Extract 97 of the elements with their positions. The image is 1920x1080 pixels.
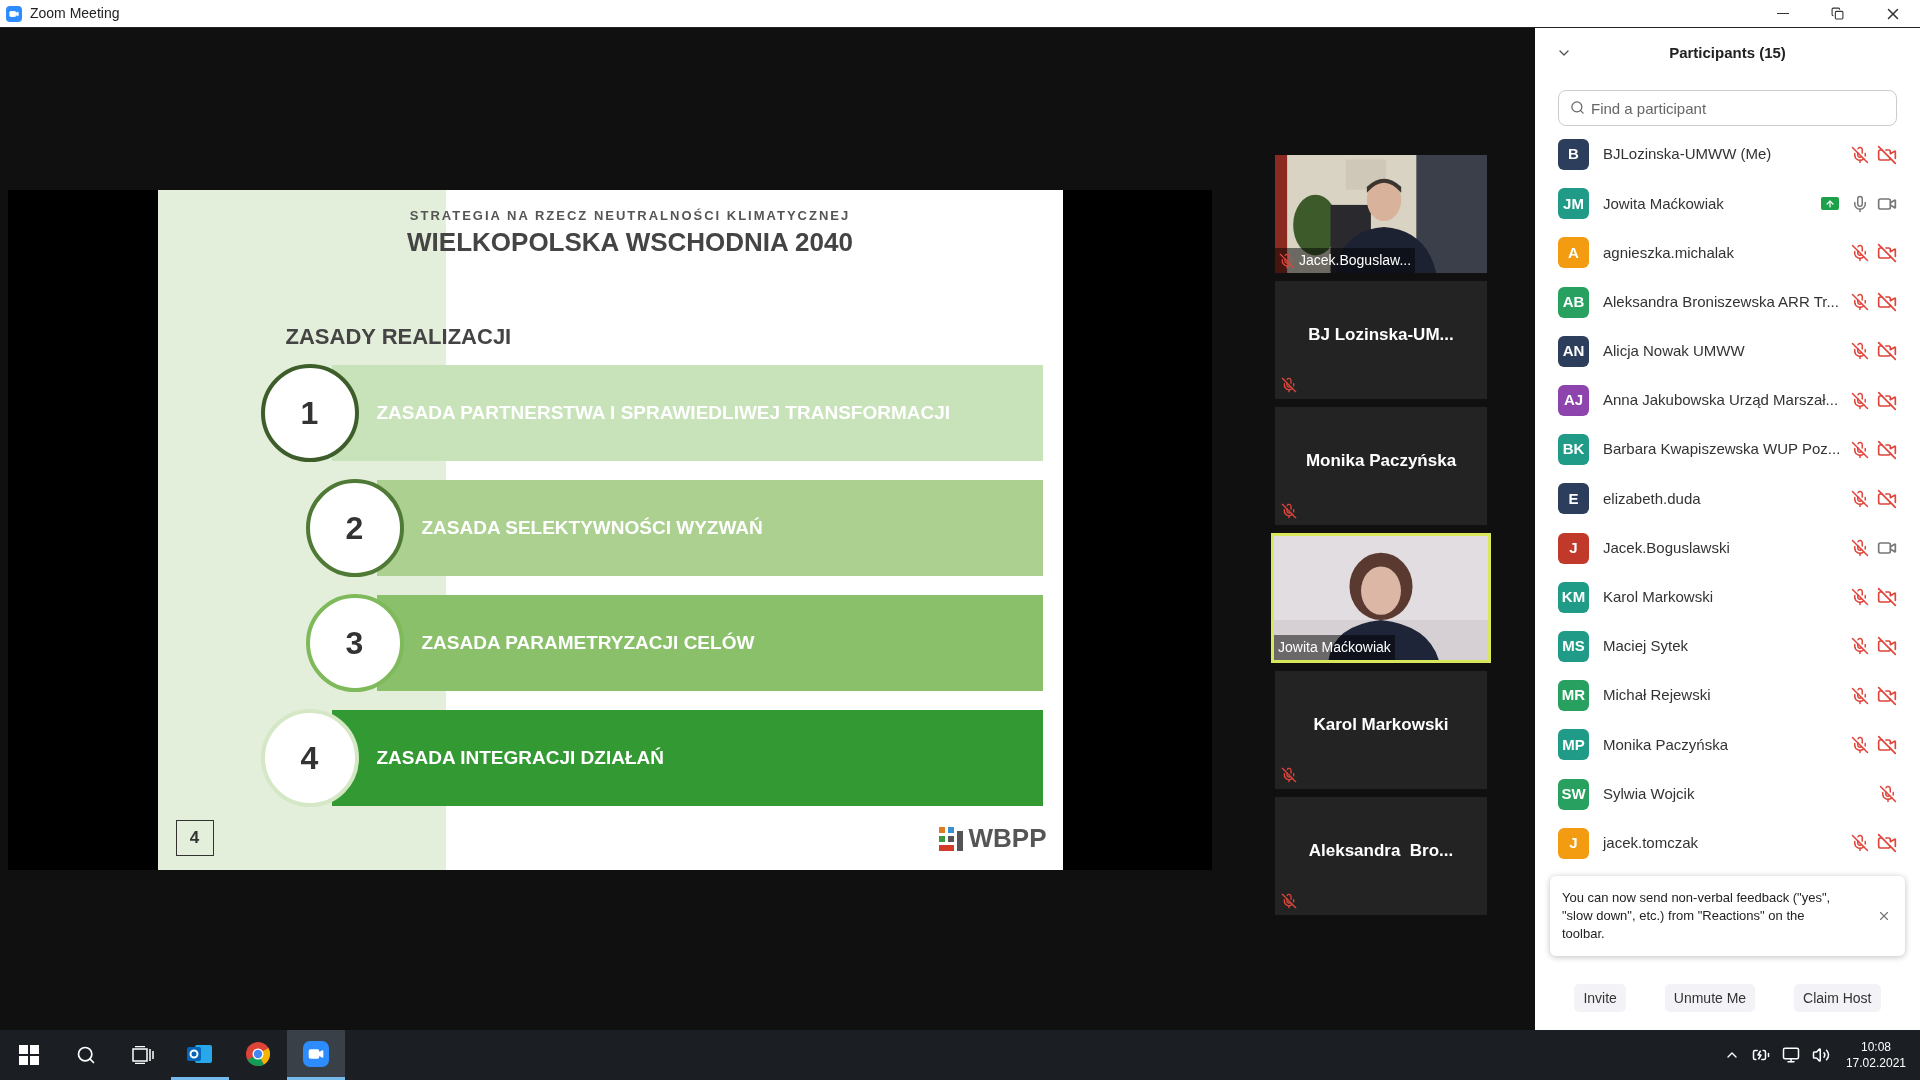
mic-muted-icon[interactable] (1851, 342, 1869, 361)
participant-name: Anna Jakubowska Urząd Marszał... (1603, 390, 1839, 411)
mic-muted-icon[interactable] (1851, 637, 1869, 656)
avatar: BK (1558, 434, 1589, 466)
windows-logo-icon (18, 1045, 39, 1065)
microphone-icon[interactable] (1851, 194, 1869, 213)
participant-name: Michał Rejewski (1603, 685, 1711, 706)
video-off-icon[interactable] (1877, 488, 1897, 509)
panel-title: Participants (15) (1669, 42, 1786, 63)
participant-name: jacek.tomczak (1603, 832, 1699, 853)
avatar: B (1558, 139, 1589, 171)
mic-muted-icon[interactable] (1851, 834, 1869, 853)
principle-bar: ZASADA PARTNERSTWA I SPRAWIEDLIWEJ TRANSFORMACJI (331, 365, 1043, 461)
participant-name: Jowita Maćkowiak (1603, 193, 1724, 214)
participant-name: Karol Markowski (1603, 587, 1714, 608)
minimize-icon (1776, 13, 1789, 14)
logo-icon (938, 826, 963, 851)
avatar: MP (1558, 729, 1589, 761)
clock-time[interactable]: 10:08 (1860, 1039, 1891, 1055)
video-off-icon[interactable] (1877, 242, 1897, 263)
slide-heading: ZASADY REALIZACJI (285, 324, 512, 349)
participant-name: Karol Markowski (1313, 714, 1449, 737)
restore-icon (1831, 7, 1844, 20)
page-number: 4 (175, 820, 214, 856)
video-off-icon[interactable] (1877, 439, 1897, 460)
arrow-up-icon (1825, 198, 1835, 209)
tip-text: You can now send non-verbal feedback ("yes", "slow down", etc.) from "Reactions" on the toolbar. (1562, 888, 1832, 943)
participant-name: Monika Paczyńska (1305, 450, 1457, 473)
participant-name: BJ Lozinska-UM... (1308, 324, 1454, 347)
search-icon (1570, 100, 1585, 115)
mic-muted-icon[interactable] (1851, 391, 1869, 410)
search-field[interactable]: Find a participant (1558, 90, 1897, 126)
taskbar-app-button[interactable] (287, 1030, 345, 1080)
avatar: A (1558, 237, 1589, 269)
video-off-icon[interactable] (1877, 341, 1897, 362)
participant-name: agnieszka.michalak (1603, 242, 1734, 263)
mic-muted-icon[interactable] (1851, 489, 1869, 508)
participant-name: Barbara Kwapiszewska WUP Poz... (1603, 439, 1841, 460)
avatar: SW (1558, 778, 1589, 810)
video-off-icon[interactable] (1877, 292, 1897, 313)
mic-muted-icon[interactable] (1851, 243, 1869, 262)
avatar: J (1558, 532, 1589, 564)
avatar: MS (1558, 630, 1589, 662)
video-off-icon[interactable] (1877, 144, 1897, 165)
window-title: Zoom Meeting (30, 4, 120, 23)
video-tile[interactable]: Karol Markowski (1275, 671, 1487, 789)
logo-text: WBPP (968, 822, 1047, 855)
clock-date[interactable]: 17.02.2021 (1845, 1055, 1906, 1071)
video-off-icon[interactable] (1877, 685, 1897, 706)
video-tile[interactable]: Jacek.Boguslaw... (1275, 155, 1487, 273)
panel-button[interactable]: Invite (1574, 984, 1626, 1012)
avatar: J (1558, 827, 1589, 859)
video-tile[interactable]: BJ Lozinska-UM... (1275, 281, 1487, 399)
principle-bar: ZASADA INTEGRACJI DZIAŁAŃ (331, 710, 1043, 806)
mic-muted-icon[interactable] (1851, 440, 1869, 459)
mic-muted-icon[interactable] (1851, 539, 1869, 558)
mic-muted-icon[interactable] (1851, 145, 1869, 164)
mic-muted-icon[interactable] (1851, 735, 1869, 754)
avatar: E (1558, 483, 1589, 515)
browser-icon (245, 1040, 271, 1067)
task-view-icon (131, 1046, 154, 1064)
video-off-icon[interactable] (1877, 636, 1897, 657)
participant-name: Aleksandra Broniszewska ARR Tr... (1603, 291, 1839, 312)
slide-subtitle: STRATEGIA NA RZECZ NEUTRALNOŚCI KLIMATYCZNEJ (409, 207, 851, 225)
video-off-icon[interactable] (1877, 734, 1897, 755)
avatar: AN (1558, 335, 1589, 367)
panel-button[interactable]: Unmute Me (1664, 984, 1756, 1012)
volume-icon[interactable] (1811, 1046, 1830, 1064)
avatar: JM (1558, 188, 1589, 220)
video-off-icon[interactable] (1877, 587, 1897, 608)
avatar: AB (1558, 286, 1589, 318)
mic-muted-icon[interactable] (1851, 686, 1869, 705)
mic-muted-icon[interactable] (1851, 588, 1869, 607)
participant-name: Maciej Sytek (1603, 636, 1689, 657)
participant-name: Jacek.Boguslaw... (1299, 251, 1412, 270)
participant-name: BJLozinska-UMWW (Me) (1603, 144, 1772, 165)
video-off-icon[interactable] (1877, 390, 1897, 411)
avatar: KM (1558, 581, 1589, 613)
panel-button[interactable]: Claim Host (1794, 984, 1881, 1012)
avatar: MR (1558, 680, 1589, 712)
slide-title: WIELKOPOLSKA WSCHODNIA 2040 (407, 225, 853, 258)
video-off-icon[interactable] (1877, 833, 1897, 854)
video-tile[interactable]: Jowita Maćkowiak (1271, 533, 1491, 663)
participant-name: Sylwia Wojcik (1603, 783, 1695, 804)
network-icon[interactable] (1781, 1046, 1800, 1064)
participant-name: elizabeth.duda (1603, 488, 1701, 509)
participant-name: Alicja Nowak UMWW (1603, 341, 1745, 362)
participant-name: Monika Paczyńska (1603, 734, 1729, 755)
participant-name: Aleksandra Bro... (1308, 840, 1454, 863)
video-tile[interactable]: Aleksandra Bro... (1275, 797, 1487, 915)
search-icon (75, 1045, 96, 1065)
mic-muted-icon[interactable] (1851, 293, 1869, 312)
video-tile[interactable]: Monika Paczyńska (1275, 407, 1487, 525)
participant-name: Jowita Maćkowiak (1278, 638, 1391, 657)
participant-name: Jacek.Boguslawski (1603, 537, 1730, 558)
mic-muted-icon[interactable] (1879, 785, 1897, 804)
avatar: AJ (1558, 385, 1589, 417)
